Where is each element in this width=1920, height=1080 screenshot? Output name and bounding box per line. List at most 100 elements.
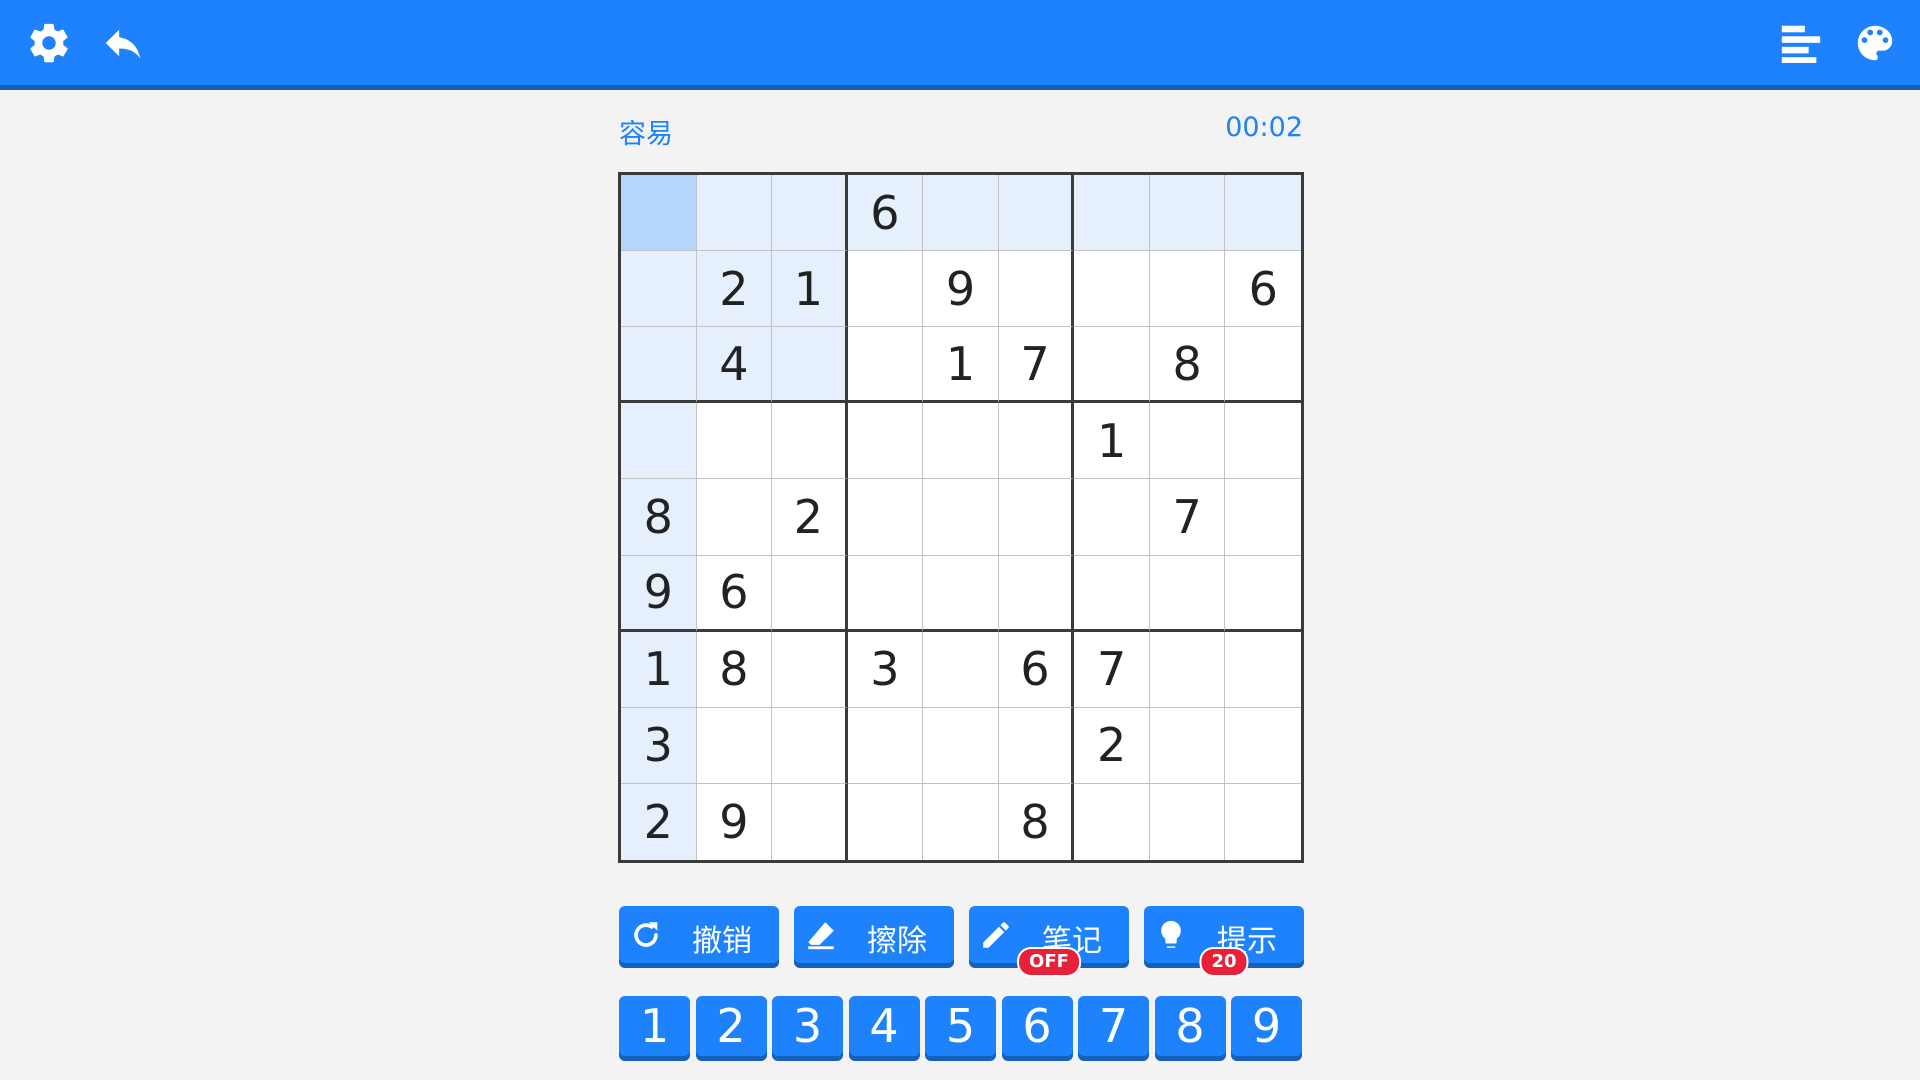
sudoku-cell[interactable] bbox=[1149, 403, 1226, 480]
sudoku-cell[interactable] bbox=[772, 175, 848, 252]
sudoku-cell[interactable] bbox=[1074, 479, 1150, 556]
sudoku-cell[interactable] bbox=[772, 631, 848, 708]
gear-icon[interactable] bbox=[24, 18, 74, 68]
sudoku-cell[interactable] bbox=[1149, 783, 1226, 860]
sudoku-cell[interactable] bbox=[1225, 783, 1301, 860]
sudoku-cell[interactable] bbox=[923, 555, 999, 632]
sudoku-cell[interactable]: 6 bbox=[696, 555, 773, 632]
sudoku-cell[interactable]: 1 bbox=[772, 251, 848, 328]
sudoku-cell[interactable] bbox=[847, 403, 924, 480]
sudoku-cell[interactable] bbox=[1225, 479, 1301, 556]
sudoku-cell[interactable]: 7 bbox=[1074, 631, 1150, 708]
sudoku-cell[interactable]: 7 bbox=[1149, 479, 1226, 556]
sudoku-cell[interactable]: 2 bbox=[772, 479, 848, 556]
palette-icon[interactable] bbox=[1850, 18, 1900, 68]
sudoku-cell[interactable] bbox=[923, 479, 999, 556]
sudoku-cell[interactable] bbox=[998, 403, 1075, 480]
number-button-9[interactable]: 9 bbox=[1231, 996, 1302, 1056]
sudoku-cell[interactable] bbox=[1074, 555, 1150, 632]
sudoku-board: 6219641781827961836732298 bbox=[618, 172, 1304, 863]
number-button-8[interactable]: 8 bbox=[1154, 996, 1226, 1056]
sudoku-cell[interactable] bbox=[1074, 251, 1150, 328]
number-button-4[interactable]: 4 bbox=[848, 996, 920, 1056]
sudoku-cell[interactable] bbox=[998, 555, 1075, 632]
number-button-5[interactable]: 5 bbox=[925, 996, 996, 1056]
sudoku-cell[interactable] bbox=[847, 707, 924, 784]
sudoku-cell[interactable] bbox=[847, 479, 924, 556]
sudoku-cell[interactable] bbox=[772, 327, 848, 404]
sudoku-cell[interactable]: 6 bbox=[1225, 251, 1301, 328]
sudoku-cell[interactable] bbox=[923, 631, 999, 708]
sudoku-cell[interactable]: 3 bbox=[847, 631, 924, 708]
sudoku-cell[interactable]: 8 bbox=[1149, 327, 1226, 404]
sudoku-cell[interactable] bbox=[923, 403, 999, 480]
sudoku-cell[interactable] bbox=[696, 175, 773, 252]
sudoku-cell[interactable] bbox=[1225, 327, 1301, 404]
number-button-3[interactable]: 3 bbox=[772, 996, 843, 1056]
back-arrow-icon[interactable] bbox=[98, 18, 148, 68]
sudoku-cell[interactable] bbox=[1149, 631, 1226, 708]
number-button-2[interactable]: 2 bbox=[695, 996, 767, 1056]
sudoku-cell[interactable] bbox=[847, 327, 924, 404]
sudoku-cell[interactable] bbox=[696, 707, 773, 784]
menu-icon[interactable] bbox=[1776, 18, 1826, 68]
notes-button[interactable]: 笔记 OFF bbox=[969, 906, 1129, 977]
sudoku-cell[interactable] bbox=[1149, 555, 1226, 632]
sudoku-cell[interactable]: 9 bbox=[696, 783, 773, 860]
sudoku-cell[interactable]: 2 bbox=[696, 251, 773, 328]
undo-button[interactable]: 撤销 bbox=[619, 906, 779, 963]
erase-button[interactable]: 擦除 bbox=[794, 906, 954, 963]
hint-button[interactable]: 提示 20 bbox=[1144, 906, 1304, 977]
sudoku-cell[interactable] bbox=[1149, 251, 1226, 328]
sudoku-cell[interactable] bbox=[1074, 327, 1150, 404]
sudoku-cell[interactable] bbox=[772, 555, 848, 632]
sudoku-cell[interactable]: 8 bbox=[998, 783, 1075, 860]
sudoku-cell[interactable]: 8 bbox=[621, 479, 697, 556]
sudoku-cell[interactable]: 1 bbox=[1074, 403, 1150, 480]
sudoku-cell[interactable] bbox=[1074, 783, 1150, 860]
sudoku-cell[interactable] bbox=[847, 555, 924, 632]
sudoku-cell[interactable] bbox=[847, 783, 924, 860]
sudoku-cell[interactable] bbox=[1149, 175, 1226, 252]
sudoku-cell[interactable] bbox=[772, 783, 848, 860]
sudoku-cell[interactable]: 6 bbox=[847, 175, 924, 252]
sudoku-cell[interactable] bbox=[1225, 403, 1301, 480]
sudoku-cell[interactable] bbox=[1225, 707, 1301, 784]
sudoku-cell[interactable]: 2 bbox=[621, 783, 697, 860]
sudoku-cell[interactable] bbox=[621, 251, 697, 328]
sudoku-cell[interactable] bbox=[772, 403, 848, 480]
sudoku-cell[interactable] bbox=[923, 175, 999, 252]
number-button-7[interactable]: 7 bbox=[1078, 996, 1149, 1056]
sudoku-cell[interactable] bbox=[923, 707, 999, 784]
sudoku-cell[interactable] bbox=[847, 251, 924, 328]
sudoku-cell[interactable] bbox=[621, 403, 697, 480]
sudoku-cell[interactable] bbox=[998, 251, 1075, 328]
sudoku-cell[interactable] bbox=[621, 175, 697, 252]
sudoku-cell[interactable] bbox=[772, 707, 848, 784]
sudoku-cell[interactable]: 7 bbox=[998, 327, 1075, 404]
sudoku-cell[interactable]: 4 bbox=[696, 327, 773, 404]
sudoku-cell[interactable] bbox=[998, 707, 1075, 784]
sudoku-cell[interactable]: 2 bbox=[1074, 707, 1150, 784]
sudoku-cell[interactable] bbox=[1074, 175, 1150, 252]
sudoku-cell[interactable] bbox=[1225, 631, 1301, 708]
sudoku-cell[interactable] bbox=[1149, 707, 1226, 784]
sudoku-cell[interactable] bbox=[696, 403, 773, 480]
sudoku-cell[interactable] bbox=[998, 175, 1075, 252]
sudoku-cell[interactable]: 1 bbox=[923, 327, 999, 404]
sudoku-cell[interactable] bbox=[1225, 555, 1301, 632]
sudoku-cell[interactable] bbox=[998, 479, 1075, 556]
sudoku-cell[interactable]: 3 bbox=[621, 707, 697, 784]
sudoku-cell[interactable] bbox=[1225, 175, 1301, 252]
number-button-6[interactable]: 6 bbox=[1001, 996, 1073, 1056]
sudoku-cell[interactable] bbox=[621, 327, 697, 404]
number-button-1[interactable]: 1 bbox=[619, 996, 690, 1056]
sudoku-cell[interactable]: 6 bbox=[998, 631, 1075, 708]
sudoku-cell[interactable] bbox=[696, 479, 773, 556]
sudoku-cell[interactable] bbox=[923, 783, 999, 860]
sudoku-cell[interactable]: 8 bbox=[696, 631, 773, 708]
sudoku-cell[interactable]: 1 bbox=[621, 631, 697, 708]
notes-status-badge: OFF bbox=[1017, 947, 1081, 977]
sudoku-cell[interactable]: 9 bbox=[621, 555, 697, 632]
sudoku-cell[interactable]: 9 bbox=[923, 251, 999, 328]
